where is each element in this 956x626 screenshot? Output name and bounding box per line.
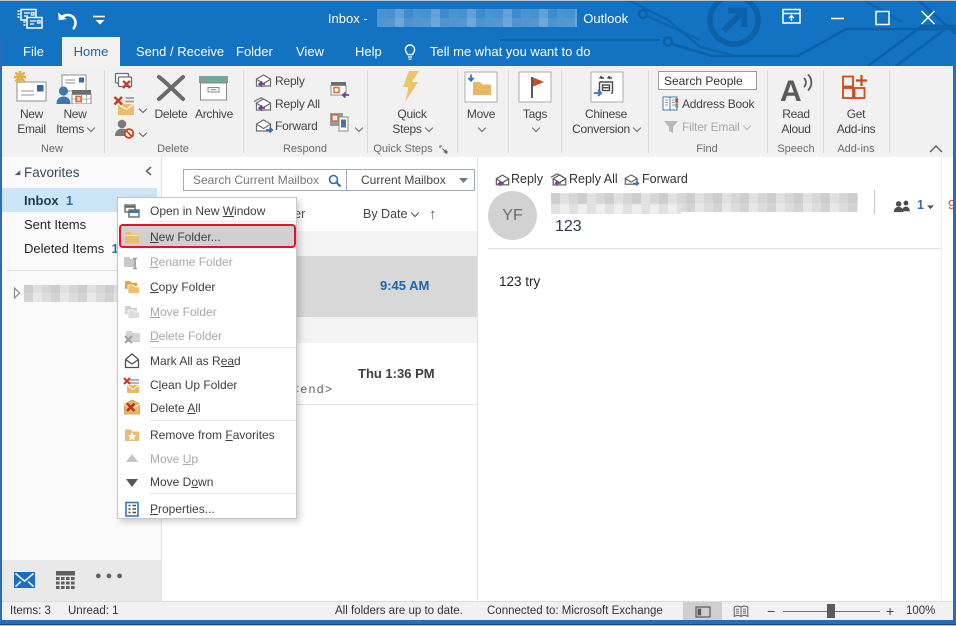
svg-text:A: A <box>780 75 802 104</box>
